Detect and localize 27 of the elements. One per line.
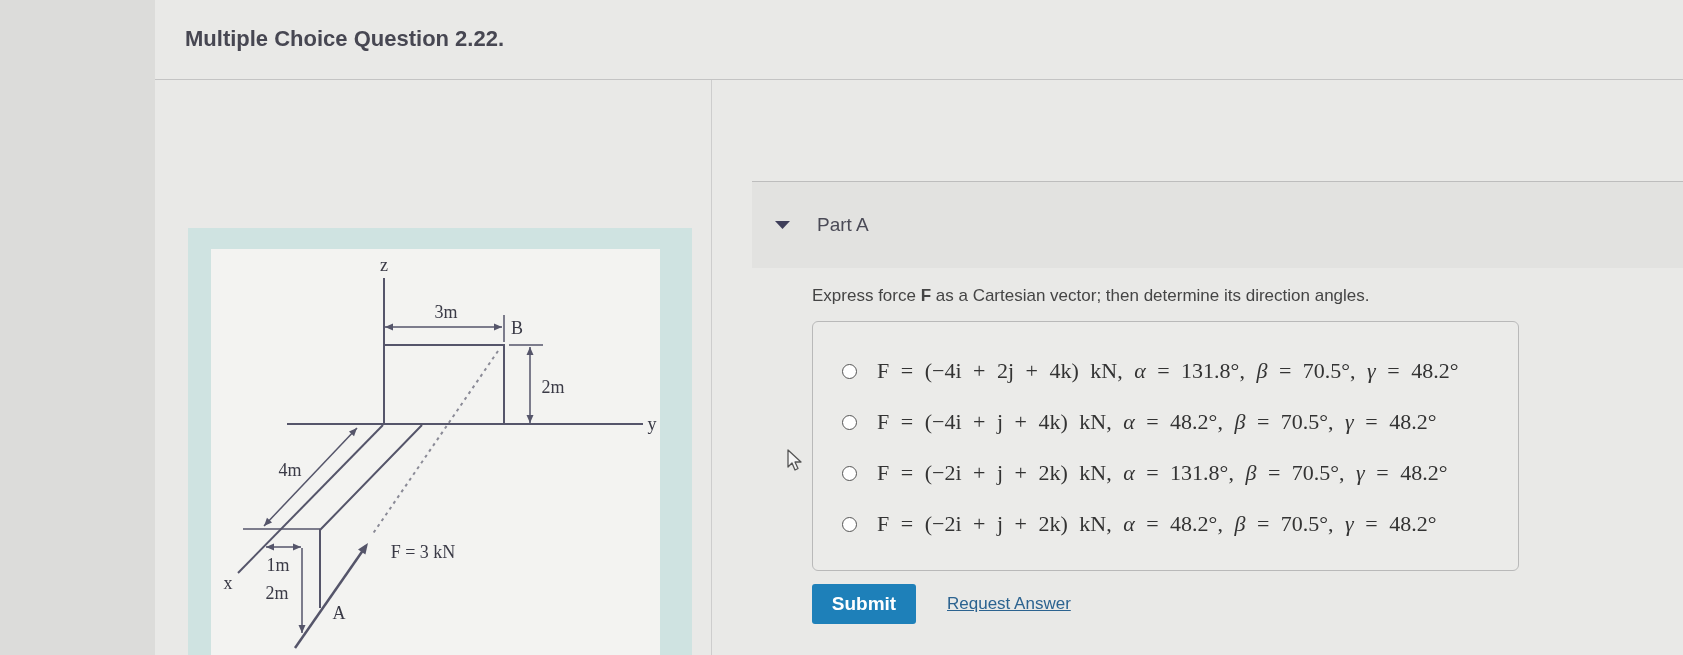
radio-button[interactable] xyxy=(842,363,857,379)
request-answer-link[interactable]: Request Answer xyxy=(947,591,1071,617)
dimension-label: 3m xyxy=(434,302,458,322)
axis-label: x xyxy=(223,573,233,593)
radio-button[interactable] xyxy=(842,414,857,430)
question-prompt: Express force F as a Cartesian vector; then determine its direction angles. xyxy=(812,286,1371,306)
dimension-label: 2m xyxy=(265,583,289,603)
dimension-label: 2m xyxy=(541,377,565,397)
extension-line xyxy=(508,344,544,346)
axis-label: y xyxy=(647,414,657,434)
extension-line xyxy=(503,314,505,343)
radio-button[interactable] xyxy=(842,465,857,481)
part-toggle[interactable]: Part A xyxy=(752,181,1683,268)
cursor-icon xyxy=(787,449,803,471)
radio-button[interactable] xyxy=(842,516,857,532)
question-title: Multiple Choice Question 2.22. xyxy=(185,25,506,53)
submit-button[interactable]: Submit xyxy=(812,584,916,624)
force-label: F = 3 kN xyxy=(390,542,456,562)
point-label: B xyxy=(511,318,523,338)
dimension-label: 4m xyxy=(278,460,302,480)
option-text: F = (−4i + 2j + 4k) kN, α = 131.8°, β = 70.5°, γ = 48.2° xyxy=(877,357,1459,385)
option-text: F = (−2i + j + 2k) kN, α = 131.8°, β = 70.5°, γ = 48.2° xyxy=(877,459,1448,487)
option-text: F = (−4i + j + 4k) kN, α = 48.2°, β = 70.5°, γ = 48.2° xyxy=(877,408,1437,436)
option-text: F = (−2i + j + 2k) kN, α = 48.2°, β = 70.5°, γ = 48.2° xyxy=(877,510,1437,538)
point-label: A xyxy=(332,603,346,623)
dimension-label: 1m xyxy=(266,555,290,575)
axis-label: z xyxy=(380,255,388,275)
